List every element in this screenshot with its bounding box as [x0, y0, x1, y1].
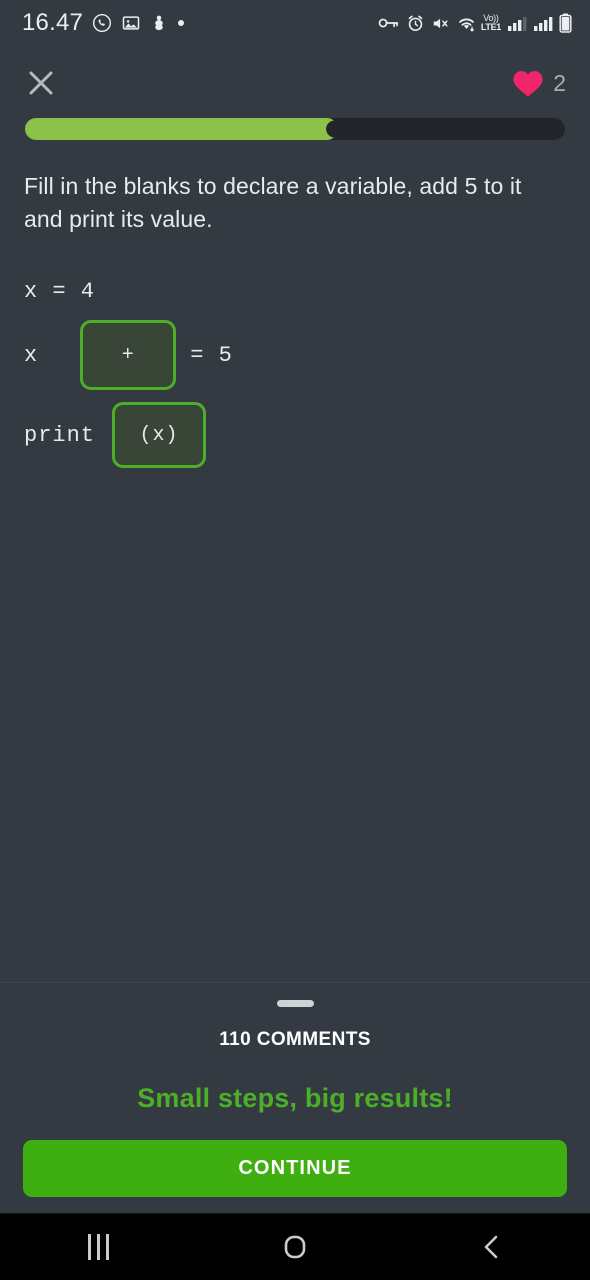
bottom-sheet: 110 COMMENTS Small steps, big results! C… [0, 982, 590, 1213]
status-time: 16.47 [22, 9, 84, 36]
code-token-variable-x: x [24, 342, 39, 368]
drag-handle-container[interactable] [0, 983, 590, 1007]
gallery-icon [121, 13, 141, 33]
back-icon [484, 1235, 497, 1259]
heart-icon [513, 70, 543, 96]
progress-knob [326, 120, 344, 138]
hearts-counter[interactable]: 2 [512, 69, 566, 98]
blank-slot-argument[interactable]: (x) [112, 402, 207, 469]
continue-button-container: CONTINUE [0, 1114, 590, 1197]
comments-link[interactable]: 110 COMMENTS [0, 1007, 590, 1051]
volte-badge: Vo)) LTE1 [480, 13, 501, 32]
code-line-1: x = 4 [24, 279, 566, 304]
code-token-equals-five: = 5 [190, 342, 233, 368]
code-line-3: print (x) [24, 402, 566, 469]
vpn-key-icon [378, 14, 400, 32]
blank-slot-operator[interactable]: + [80, 320, 177, 391]
wifi-icon [456, 14, 477, 33]
hearts-count-label: 2 [553, 69, 566, 96]
status-bar-left: 16.47 [22, 9, 185, 37]
home-icon [284, 1235, 306, 1259]
close-button[interactable] [24, 66, 58, 100]
nav-back-button[interactable] [452, 1222, 532, 1272]
status-bar: 16.47 Vo)) LTE1 [0, 0, 590, 46]
status-bar-right: Vo)) LTE1 [378, 13, 572, 33]
app-icon [150, 13, 168, 33]
android-nav-bar [0, 1213, 590, 1280]
code-exercise-area: x = 4 x + = 5 print (x) [0, 235, 590, 982]
code-token-print: print [24, 422, 96, 448]
lesson-header: 2 [0, 46, 590, 104]
alarm-icon [406, 14, 425, 33]
lesson-prompt: Fill in the blanks to declare a variable… [24, 173, 522, 232]
nav-home-button[interactable] [255, 1222, 335, 1272]
dot-icon [177, 19, 185, 27]
progress-track [25, 118, 565, 140]
continue-button[interactable]: CONTINUE [23, 1140, 567, 1197]
battery-icon [559, 13, 572, 33]
progress-bar-container [0, 104, 590, 140]
signal-sim2-icon [533, 15, 553, 32]
drag-handle[interactable] [276, 1000, 314, 1007]
signal-sim1-icon [507, 15, 527, 32]
whatsapp-icon [92, 13, 112, 33]
close-icon [29, 71, 53, 95]
nav-recents-button[interactable] [58, 1222, 138, 1272]
mute-vibrate-icon [431, 14, 450, 33]
progress-fill [25, 118, 339, 140]
code-token-assignment: x = 4 [24, 279, 96, 305]
recents-icon [87, 1234, 109, 1260]
code-line-2: x + = 5 [24, 320, 566, 391]
encouragement-message: Small steps, big results! [137, 1083, 453, 1113]
phone-screen: 16.47 Vo)) LTE1 2 Fill in the blanks to … [0, 0, 590, 1280]
